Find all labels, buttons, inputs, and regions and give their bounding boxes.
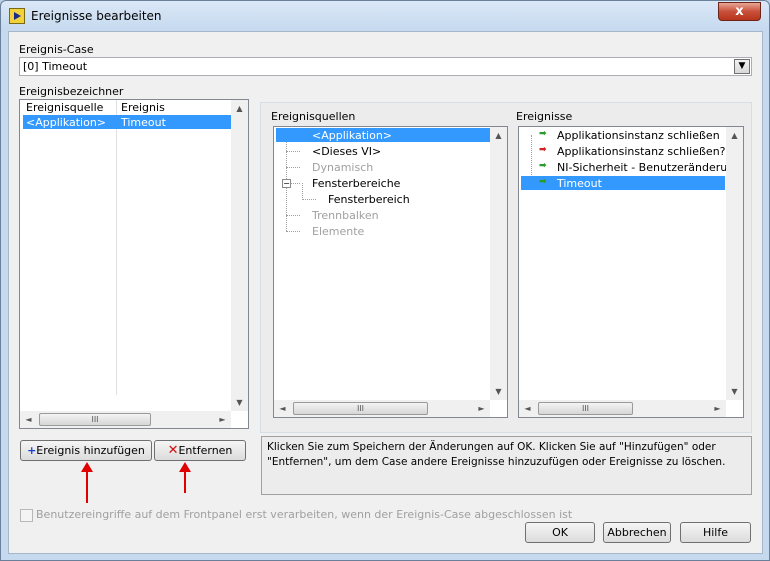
row-source: <Applikation> xyxy=(26,116,107,129)
tree-item-this-vi[interactable]: <Dieses VI> xyxy=(312,145,381,158)
chevron-down-icon[interactable]: ▼ xyxy=(734,59,750,74)
horizontal-scrollbar[interactable]: ◄ III ► xyxy=(274,400,490,417)
lock-frontpanel-checkbox[interactable] xyxy=(20,509,33,522)
events-list[interactable]: ➡ Applikationsinstanz schließen ➡ Applik… xyxy=(518,126,744,418)
list-item[interactable]: Timeout xyxy=(557,177,602,190)
event-specifier-list[interactable]: Ereignisquelle Ereignis <Applikation> Ti… xyxy=(19,99,249,429)
dialog-client-area: Ereignis-Case [0] Timeout ▼ Ereignisbeze… xyxy=(8,31,763,554)
add-event-button[interactable]: +Ereignis hinzufügen xyxy=(20,440,152,461)
event-sources-tree[interactable]: <Applikation> <Dieses VI> Dynamisch − Fe… xyxy=(273,126,508,418)
column-header-source[interactable]: Ereignisquelle xyxy=(26,101,103,114)
tree-line xyxy=(286,167,300,168)
remove-event-button[interactable]: ✕Entfernen xyxy=(154,440,246,461)
vertical-scrollbar[interactable]: ▲ ▼ xyxy=(231,100,248,411)
lock-frontpanel-label: Benutzereingriffe auf dem Frontpanel ers… xyxy=(36,508,573,521)
tree-item-controls[interactable]: Elemente xyxy=(312,225,364,238)
case-select-value: [0] Timeout xyxy=(23,60,88,73)
list-item-selected[interactable] xyxy=(521,176,725,190)
cancel-button[interactable]: Abbrechen xyxy=(603,522,671,543)
red-arrow-annotation-icon xyxy=(179,462,191,493)
scroll-up-icon[interactable]: ▲ xyxy=(490,127,507,144)
add-event-label: Ereignis hinzufügen xyxy=(36,444,145,457)
case-label: Ereignis-Case xyxy=(19,43,94,56)
horizontal-scrollbar[interactable]: ◄ III ► xyxy=(20,411,231,428)
dialog-window: Ereignisse bearbeiten x Ereignis-Case [0… xyxy=(0,0,770,561)
scroll-thumb[interactable]: III xyxy=(293,402,428,415)
bezeichner-label: Ereignisbezeichner xyxy=(19,85,124,98)
case-select[interactable]: [0] Timeout ▼ xyxy=(19,57,752,76)
scroll-down-icon[interactable]: ▼ xyxy=(726,383,743,400)
close-button[interactable]: x xyxy=(718,2,761,21)
red-arrow-annotation-icon xyxy=(81,462,93,503)
remove-event-label: Entfernen xyxy=(178,444,233,457)
tree-line xyxy=(286,151,300,152)
vertical-scrollbar[interactable]: ▲ ▼ xyxy=(726,127,743,400)
scroll-thumb[interactable]: III xyxy=(538,402,633,415)
row-event: Timeout xyxy=(121,116,166,129)
sources-events-panel: Ereignisquellen Ereignisse <Applikation>… xyxy=(260,102,752,433)
scroll-down-icon[interactable]: ▼ xyxy=(231,394,248,411)
tree-line xyxy=(286,215,300,216)
delete-x-icon: ✕ xyxy=(167,443,179,458)
list-item[interactable]: Applikationsinstanz schließen? xyxy=(557,145,726,158)
event-arrow-icon: ➡ xyxy=(539,177,547,187)
list-item[interactable]: NI-Sicherheit - Benutzeränderung xyxy=(557,161,741,174)
tree-item-splitters[interactable]: Trennbalken xyxy=(312,209,379,222)
help-button[interactable]: Hilfe xyxy=(680,522,751,543)
scroll-right-icon[interactable]: ► xyxy=(709,400,726,417)
event-arrow-icon: ➡ xyxy=(539,129,547,139)
info-text: Klicken Sie zum Speichern der Änderungen… xyxy=(261,436,752,495)
table-row[interactable]: <Applikation> Timeout xyxy=(23,115,231,129)
scroll-left-icon[interactable]: ◄ xyxy=(20,411,37,428)
event-arrow-icon: ➡ xyxy=(539,145,547,155)
labview-app-icon xyxy=(9,8,25,24)
quellen-label: Ereignisquellen xyxy=(271,110,356,123)
scroll-left-icon[interactable]: ◄ xyxy=(274,400,291,417)
title-bar[interactable]: Ereignisse bearbeiten x xyxy=(1,1,769,31)
scroll-left-icon[interactable]: ◄ xyxy=(519,400,536,417)
scroll-up-icon[interactable]: ▲ xyxy=(231,100,248,117)
tree-line xyxy=(302,183,303,200)
scroll-up-icon[interactable]: ▲ xyxy=(726,127,743,144)
list-header: Ereignisquelle Ereignis xyxy=(20,100,248,114)
event-arrow-icon: ➡ xyxy=(539,161,547,171)
tree-line xyxy=(286,231,300,232)
collapse-icon[interactable]: − xyxy=(282,179,291,188)
vertical-scrollbar[interactable]: ▲ ▼ xyxy=(490,127,507,400)
ereignisse-label: Ereignisse xyxy=(516,110,573,123)
tree-item-dynamic[interactable]: Dynamisch xyxy=(312,161,373,174)
list-item[interactable]: Applikationsinstanz schließen xyxy=(557,129,720,142)
tree-line xyxy=(302,199,316,200)
window-title: Ereignisse bearbeiten xyxy=(31,9,162,23)
column-divider xyxy=(116,100,117,395)
scroll-thumb[interactable]: III xyxy=(39,413,151,426)
plus-icon: + xyxy=(27,444,37,457)
horizontal-scrollbar[interactable]: ◄ III ► xyxy=(519,400,726,417)
column-header-event[interactable]: Ereignis xyxy=(121,101,165,114)
scroll-right-icon[interactable]: ► xyxy=(473,400,490,417)
scroll-down-icon[interactable]: ▼ xyxy=(490,383,507,400)
tree-item-pane[interactable]: Fensterbereich xyxy=(328,193,410,206)
scroll-right-icon[interactable]: ► xyxy=(214,411,231,428)
tree-item-panes[interactable]: Fensterbereiche xyxy=(312,177,400,190)
ok-button[interactable]: OK xyxy=(525,522,595,543)
tree-item-application[interactable]: <Applikation> xyxy=(312,129,392,142)
